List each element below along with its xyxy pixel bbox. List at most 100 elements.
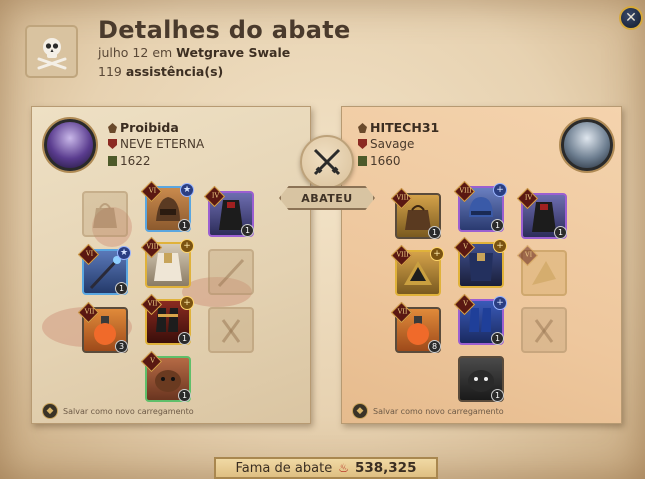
- victim-ip-row: 1660: [358, 154, 401, 168]
- armor-slot[interactable]: VIII +: [140, 236, 194, 288]
- mainhand-slot[interactable]: VIII +: [390, 244, 444, 296]
- killer-avatar[interactable]: [44, 119, 96, 171]
- victim-name-row: HITECH31: [358, 120, 439, 135]
- plus-enchant-icon: +: [180, 296, 194, 310]
- potion-slot[interactable]: VII 3: [77, 301, 128, 353]
- head-slot[interactable]: VI ★ 1: [140, 180, 194, 232]
- tier-label: V: [463, 299, 468, 308]
- head-slot[interactable]: VIII + 1: [453, 180, 507, 232]
- item-power-icon: [358, 156, 367, 166]
- victim-name[interactable]: HITECH31: [370, 120, 439, 135]
- save-loadout-label: Salvar como novo carregamento: [63, 406, 194, 416]
- cape-slot[interactable]: IV 1: [203, 185, 254, 237]
- assists-label: assistência(s): [125, 64, 224, 79]
- victim-guild[interactable]: Savage: [370, 137, 414, 151]
- tier-label: VII: [84, 307, 95, 316]
- item-count: 1: [428, 226, 441, 239]
- item-count: 1: [491, 332, 504, 345]
- killer-name[interactable]: Proibida: [120, 120, 179, 135]
- assists-line: 119 assistência(s): [98, 64, 223, 79]
- armor-slot[interactable]: V +: [453, 236, 507, 288]
- food-slot-empty: [208, 307, 254, 353]
- mainhand-slot[interactable]: VI ★ 1: [77, 243, 131, 295]
- kill-location: Wetgrave Swale: [176, 45, 291, 60]
- mount-slot[interactable]: V 1: [140, 350, 191, 402]
- plus-enchant-icon: +: [493, 183, 507, 197]
- killer-ip-row: 1622: [108, 154, 151, 168]
- tier-label: IV: [524, 193, 533, 202]
- plus-enchant-icon: +: [430, 247, 444, 261]
- tier-label: V: [463, 242, 468, 251]
- page-title: Detalhes do abate: [98, 16, 351, 44]
- victim-avatar[interactable]: [561, 119, 613, 171]
- item-count: 1: [554, 226, 567, 239]
- loadout-icon: ◆: [42, 403, 58, 419]
- killer-guild[interactable]: NEVE ETERNA: [120, 137, 204, 151]
- save-loadout-button[interactable]: ◆ Salvar como novo carregamento: [42, 403, 194, 419]
- victim-guild-row: Savage: [358, 137, 414, 151]
- star-enchant-icon: ★: [117, 246, 131, 260]
- item-count: 1: [178, 332, 191, 345]
- item-count: 1: [115, 282, 128, 295]
- killer-guild-row: NEVE ETERNA: [108, 137, 204, 151]
- killer-ip: 1622: [120, 154, 151, 168]
- cutlery-icon: [221, 319, 241, 343]
- tier-label: VIII: [396, 250, 409, 259]
- tier-label: VII: [397, 307, 408, 316]
- food-slot-empty: [521, 307, 567, 353]
- kill-date-location: julho 12 em Wetgrave Swale: [98, 45, 290, 60]
- guild-shield-icon: [358, 139, 367, 149]
- tier-label: VI: [148, 186, 157, 195]
- player-icon: [358, 123, 367, 133]
- tier-label: VII: [147, 299, 158, 308]
- item-power-icon: [108, 156, 117, 166]
- killer-panel: Proibida NEVE ETERNA 1622 VI ★ 1 IV 1 VI…: [31, 106, 311, 424]
- fame-icon: ♨: [338, 461, 349, 475]
- item-count: 1: [241, 224, 254, 237]
- tier-label: IV: [211, 191, 220, 200]
- loadout-icon: ◆: [352, 403, 368, 419]
- plus-enchant-icon: +: [180, 239, 194, 253]
- star-enchant-icon: ★: [180, 183, 194, 197]
- tier-label: VI: [85, 249, 94, 258]
- killed-label: ABATEU: [279, 186, 375, 210]
- close-button[interactable]: ✕: [619, 6, 643, 30]
- staff-icon: [217, 258, 245, 288]
- tier-label: VI: [524, 250, 533, 259]
- potion-slot[interactable]: VII 8: [390, 301, 441, 353]
- kill-fame-bar: Fama de abate ♨ 538,325: [214, 457, 438, 479]
- item-count: 1: [491, 389, 504, 402]
- tier-label: VIII: [459, 186, 472, 195]
- plus-enchant-icon: +: [493, 296, 507, 310]
- offhand-slot-empty: [208, 249, 254, 295]
- victim-ip: 1660: [370, 154, 401, 168]
- item-count: 1: [178, 389, 191, 402]
- mount-slot[interactable]: 1: [458, 356, 504, 402]
- offhand-slot[interactable]: VI: [516, 244, 567, 296]
- shoes-slot[interactable]: VII + 1: [140, 293, 194, 345]
- kill-date: julho 12: [98, 45, 149, 60]
- plus-enchant-icon: +: [493, 239, 507, 253]
- cape-slot[interactable]: IV 1: [516, 187, 567, 239]
- fame-label: Fama de abate: [235, 460, 333, 476]
- tier-label: V: [150, 356, 155, 365]
- item-count: 8: [428, 340, 441, 353]
- bag-icon: [93, 203, 117, 228]
- tier-label: VIII: [146, 242, 159, 251]
- cutlery-icon: [534, 319, 554, 343]
- date-connector: em: [152, 45, 173, 60]
- player-icon: [108, 123, 117, 133]
- fame-value: 538,325: [354, 460, 417, 476]
- bag-slot[interactable]: VIII 1: [390, 187, 441, 239]
- save-loadout-label: Salvar como novo carregamento: [373, 406, 504, 416]
- item-count: 1: [178, 219, 191, 232]
- tier-label: VIII: [396, 193, 409, 202]
- close-icon: ✕: [625, 10, 637, 26]
- item-count: 1: [491, 219, 504, 232]
- victim-panel: HITECH31 Savage 1660 VIII 1 VIII + 1 IV …: [341, 106, 622, 424]
- skull-crossbones-icon: [25, 25, 78, 78]
- crossed-swords-icon: [300, 135, 354, 189]
- shoes-slot[interactable]: V + 1: [453, 293, 507, 345]
- save-loadout-button[interactable]: ◆ Salvar como novo carregamento: [352, 403, 504, 419]
- item-count: 3: [115, 340, 128, 353]
